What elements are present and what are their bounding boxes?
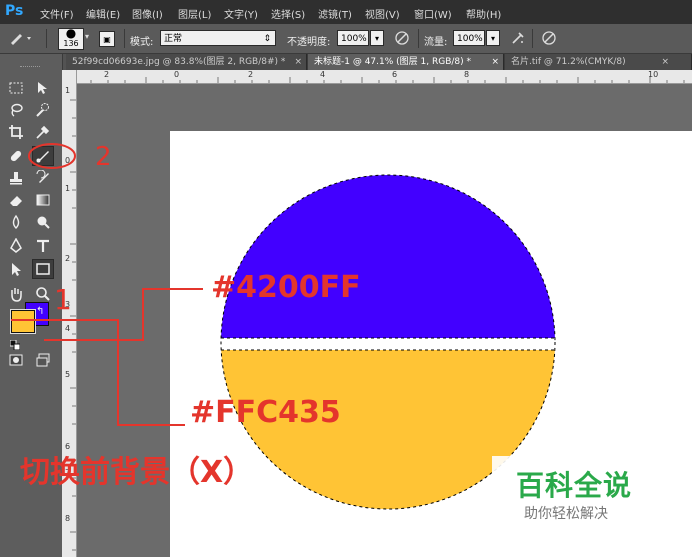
watermark-title: 百科全说: [516, 469, 633, 502]
watermark-subtitle: 助你轻松解决: [524, 506, 608, 522]
foreground-hex-label: #FFC435: [190, 395, 341, 430]
step-2-label: 2: [95, 142, 112, 172]
step-1-label: 1: [54, 283, 72, 316]
watermark: 百科全说 助你轻松解决: [492, 456, 654, 528]
background-hex-label: #4200FF: [211, 270, 361, 305]
swap-colors-hint: 切换前背景（X）: [20, 455, 254, 490]
